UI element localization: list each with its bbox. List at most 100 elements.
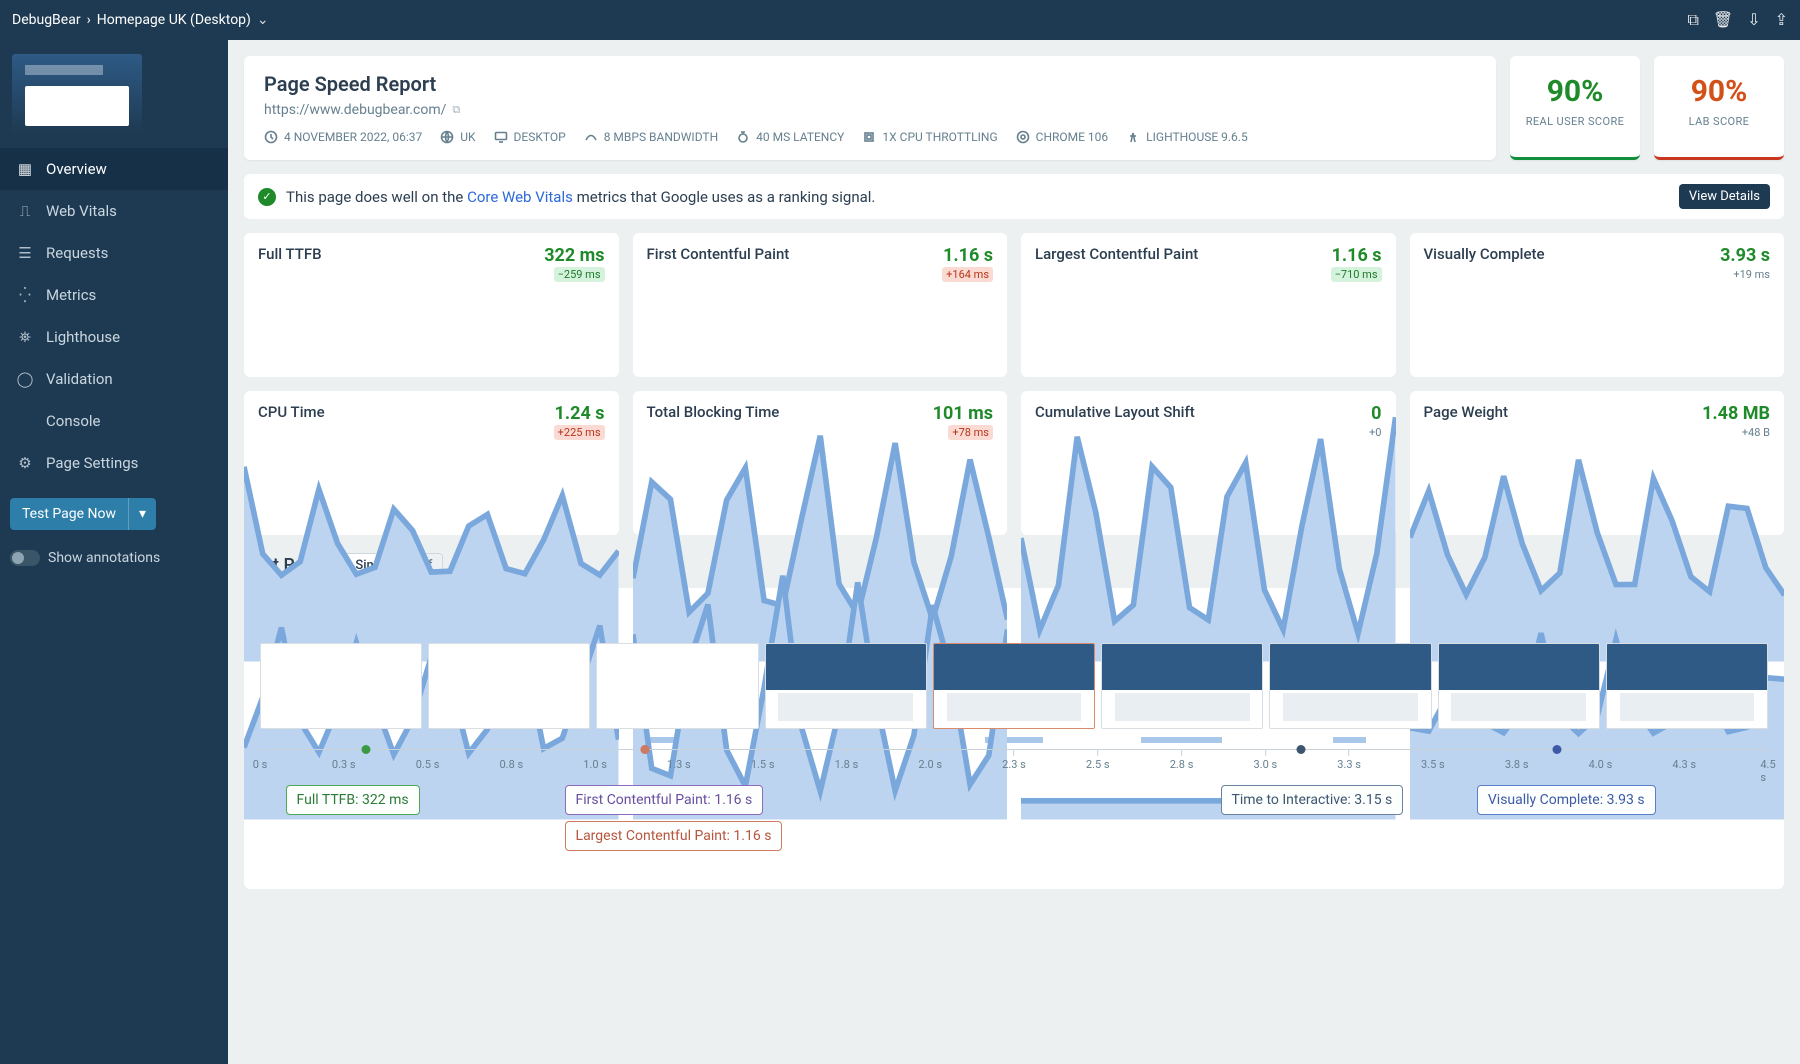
sidebar-item-label: Requests [46, 244, 108, 262]
timeline-frame[interactable] [1269, 643, 1431, 729]
axis-tick: 0.3 s [332, 750, 356, 771]
core-web-vitals-link[interactable]: Core Web Vitals [467, 188, 573, 206]
axis-tick: 2.3 s [1002, 750, 1026, 771]
axis-tick: 4.5 s [1760, 750, 1775, 784]
metric-value: 1.16 s [1331, 245, 1382, 266]
metric-name: First Contentful Paint [647, 245, 790, 263]
lab-score-card[interactable]: 90% LAB SCORE [1654, 56, 1784, 160]
page-thumbnail[interactable] [12, 54, 142, 134]
main: Page Speed Report https://www.debugbear.… [228, 40, 1800, 1064]
timeline-marker-label[interactable]: Largest Contentful Paint: 1.16 s [565, 821, 783, 851]
vitals-banner: ✓ This page does well on the Core Web Vi… [244, 174, 1784, 219]
topbar: DebugBear › Homepage UK (Desktop) ⌄ ⧉ 🗑 … [0, 0, 1800, 40]
sidebar-item-console[interactable]: Console [0, 400, 228, 442]
timeline-frames [260, 643, 1768, 729]
report-header-card: Page Speed Report https://www.debugbear.… [244, 56, 1496, 160]
axis-tick: 3.3 s [1337, 750, 1361, 771]
clock-icon [264, 130, 278, 144]
sidebar-item-lighthouse[interactable]: ⛯ Lighthouse [0, 316, 228, 358]
timeline-marker-labels: Full TTFB: 322 ms First Contentful Paint:… [260, 785, 1768, 865]
axis-tick: 3.5 s [1421, 750, 1445, 771]
real-user-score-label: REAL USER SCORE [1520, 115, 1630, 128]
show-annotations-row[interactable]: Show annotations [0, 544, 228, 572]
download-icon[interactable]: ⇩ [1747, 10, 1760, 30]
pulse-icon: ⎍ [16, 202, 34, 220]
metric-name: Full TTFB [258, 245, 322, 263]
metric-delta: +164 ms [942, 268, 993, 281]
share-icon[interactable]: ⇪ [1775, 10, 1788, 30]
axis-tick: 1.8 s [835, 750, 859, 771]
sidebar-item-label: Page Settings [46, 454, 138, 472]
test-page-dropdown-icon[interactable]: ▾ [128, 498, 156, 530]
timeline-axis: 0 s0.3 s0.5 s0.8 s1.0 s1.3 s1.5 s1.8 s2.… [260, 749, 1768, 779]
dots-icon: ⁛ [16, 286, 34, 304]
axis-tick: 2.0 s [918, 750, 942, 771]
test-page-button[interactable]: Test Page Now ▾ [10, 498, 156, 530]
check-icon: ◯ [16, 370, 34, 388]
axis-tick: 1.0 s [583, 750, 607, 771]
lab-score-value: 90% [1664, 74, 1774, 109]
timeline-frame[interactable] [933, 643, 1095, 729]
sidebar-item-label: Lighthouse [46, 328, 120, 346]
metric-card-first-contentful-paint[interactable]: First Contentful Paint 1.16 s +164 ms [633, 233, 1008, 377]
metric-delta: −259 ms [544, 268, 604, 281]
metric-value: 1.16 s [942, 245, 993, 266]
axis-tick: 1.3 s [667, 750, 691, 771]
globe-icon [440, 130, 454, 144]
timeline-frame[interactable] [765, 643, 927, 729]
timeline-marker-label[interactable]: Visually Complete: 3.93 s [1477, 785, 1656, 815]
lighthouse-icon [1126, 130, 1140, 144]
breadcrumb[interactable]: DebugBear › Homepage UK (Desktop) ⌄ [12, 12, 269, 28]
real-user-score-value: 90% [1520, 74, 1630, 109]
timeline-frame[interactable] [1438, 643, 1600, 729]
sidebar-item-label: Validation [46, 370, 113, 388]
sidebar-item-validation[interactable]: ◯ Validation [0, 358, 228, 400]
grid-icon: ▦ [16, 160, 34, 178]
timeline-frame[interactable] [260, 643, 422, 729]
toggle-switch[interactable] [10, 550, 40, 566]
metric-delta: +19 ms [1720, 268, 1770, 281]
page-title: Page Speed Report [264, 72, 1476, 96]
axis-tick: 3.0 s [1253, 750, 1277, 771]
axis-tick: 0.5 s [416, 750, 440, 771]
sidebar-item-metrics[interactable]: ⁛Metrics [0, 274, 228, 316]
timeline-marker-label[interactable]: Full TTFB: 322 ms [286, 785, 420, 815]
timeline-frame[interactable] [596, 643, 758, 729]
metric-value: 322 ms [544, 245, 604, 266]
metric-card-largest-contentful-paint[interactable]: Largest Contentful Paint 1.16 s −710 ms [1021, 233, 1396, 377]
sidebar-item-requests[interactable]: ☰Requests [0, 232, 228, 274]
breadcrumb-page[interactable]: Homepage UK (Desktop) [97, 12, 251, 28]
lab-score-label: LAB SCORE [1664, 115, 1774, 128]
timeline-marker-dot [1296, 745, 1305, 754]
sidebar-item-overview[interactable]: ▦Overview [0, 148, 228, 190]
chrome-icon [1016, 130, 1030, 144]
latency-icon [736, 130, 750, 144]
breadcrumb-root[interactable]: DebugBear [12, 12, 81, 28]
view-details-button[interactable]: View Details [1679, 184, 1770, 209]
sidebar-item-label: Web Vitals [46, 202, 117, 220]
sidebar-item-page-settings[interactable]: ⚙ Page Settings [0, 442, 228, 484]
timeline-frame[interactable] [1606, 643, 1768, 729]
desktop-icon [494, 130, 508, 144]
lighthouse-icon: ⛯ [16, 328, 34, 346]
sidebar-item-label: Console [46, 412, 101, 430]
axis-tick: 1.5 s [751, 750, 775, 771]
check-icon: ✓ [258, 188, 276, 206]
timeline-marker-label[interactable]: First Contentful Paint: 1.16 s [565, 785, 764, 815]
timeline-frame[interactable] [1101, 643, 1263, 729]
sidebar-item-web-vitals[interactable]: ⎍ Web Vitals [0, 190, 228, 232]
open-external-icon[interactable]: ⧉ [1687, 10, 1698, 30]
external-link-icon[interactable]: ⧉ [452, 103, 460, 117]
axis-tick: 2.5 s [1086, 750, 1110, 771]
real-user-score-card[interactable]: 90% REAL USER SCORE [1510, 56, 1640, 160]
timeline-frame[interactable] [428, 643, 590, 729]
report-url[interactable]: https://www.debugbear.com/ ⧉ [264, 102, 1476, 118]
trash-icon[interactable]: 🗑 [1713, 10, 1733, 30]
gear-icon: ⚙ [16, 454, 34, 472]
timeline-marker-label[interactable]: Time to Interactive: 3.15 s [1221, 785, 1404, 815]
chevron-down-icon[interactable]: ⌄ [257, 12, 269, 28]
metric-name: Visually Complete [1424, 245, 1545, 263]
axis-tick: 2.8 s [1170, 750, 1194, 771]
metric-card-visually-complete[interactable]: Visually Complete 3.93 s +19 ms [1410, 233, 1785, 377]
metric-card-full-ttfb[interactable]: Full TTFB 322 ms −259 ms [244, 233, 619, 377]
